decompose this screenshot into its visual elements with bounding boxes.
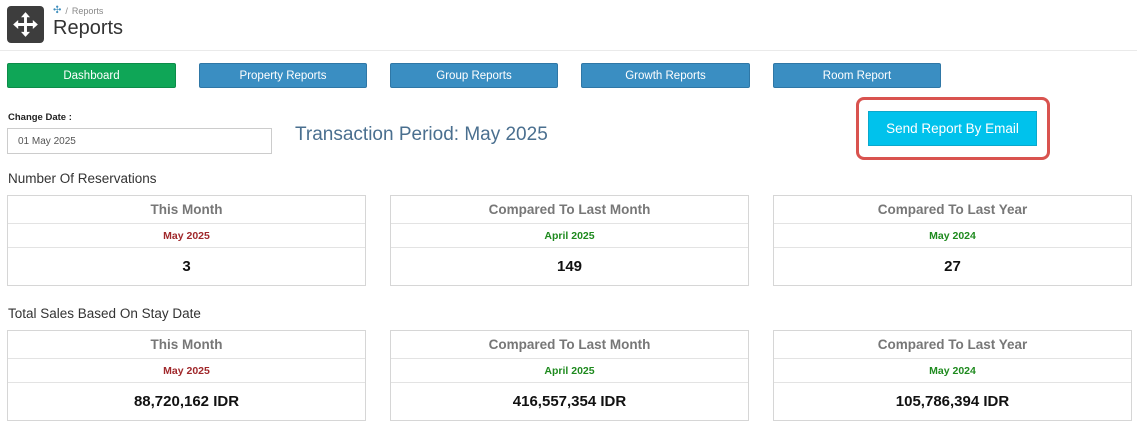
card-value: 3 [182,258,191,275]
property-reports-button[interactable]: Property Reports [199,63,367,88]
transaction-period-title: Transaction Period: May 2025 [295,124,548,145]
send-report-email-button[interactable]: Send Report By Email [868,111,1037,146]
growth-reports-button[interactable]: Growth Reports [581,63,750,88]
sales-section-title: Total Sales Based On Stay Date [8,306,201,321]
card-value: 416,557,354 IDR [512,393,627,410]
room-report-button[interactable]: Room Report [773,63,941,88]
card-period: May 2024 [774,359,1131,383]
card-period: May 2025 [8,224,365,248]
reservations-section-title: Number Of Reservations [8,171,157,186]
card-period: May 2024 [774,224,1131,248]
card-heading: This Month [8,196,365,224]
breadcrumb-current: Reports [71,6,104,16]
breadcrumb: ✣ / Reports [53,6,104,17]
reservations-last-year-card: Compared To Last Year May 2024 27 [773,195,1132,286]
card-period: May 2025 [8,359,365,383]
card-value: 27 [944,258,961,275]
move-icon[interactable]: ✣ [53,6,61,16]
card-value: 88,720,162 IDR [133,393,240,410]
sales-this-month-card: This Month May 2025 88,720,162 IDR [7,330,366,421]
card-heading: This Month [8,331,365,359]
reservations-last-month-card: Compared To Last Month April 2025 149 [390,195,749,286]
sales-last-month-card: Compared To Last Month April 2025 416,55… [390,330,749,421]
card-heading: Compared To Last Month [391,196,748,224]
change-date-label: Change Date : [8,112,72,123]
change-date-input[interactable] [7,128,272,154]
card-heading: Compared To Last Year [774,196,1131,224]
dashboard-button[interactable]: Dashboard [7,63,176,88]
card-period: April 2025 [391,359,748,383]
app-move-icon [7,6,44,43]
card-period: April 2025 [391,224,748,248]
card-heading: Compared To Last Month [391,331,748,359]
group-reports-button[interactable]: Group Reports [390,63,558,88]
card-value: 105,786,394 IDR [895,393,1010,410]
sales-last-year-card: Compared To Last Year May 2024 105,786,3… [773,330,1132,421]
reservations-this-month-card: This Month May 2025 3 [7,195,366,286]
header-divider [0,50,1137,51]
page-title: Reports [53,17,124,39]
card-value: 149 [556,258,583,275]
card-heading: Compared To Last Year [774,331,1131,359]
breadcrumb-separator: / [65,6,68,16]
